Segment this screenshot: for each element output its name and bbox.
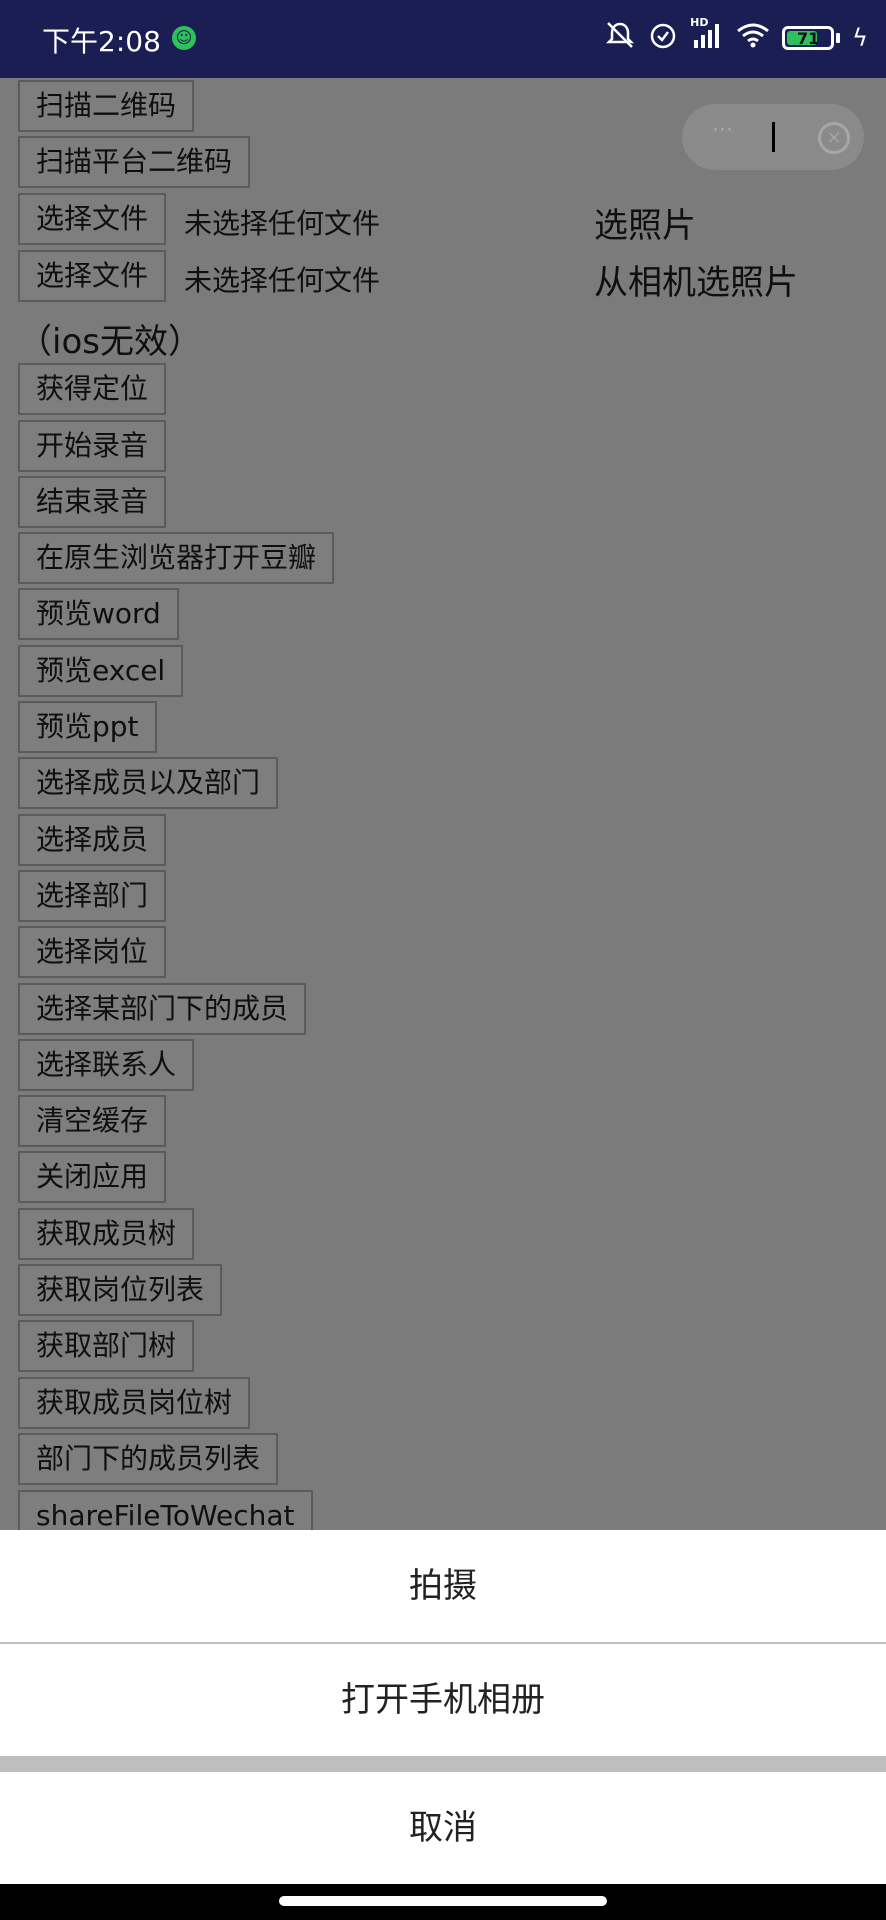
action-sheet: 拍摄 打开手机相册 取消 [0,1530,886,1884]
choose-photo-link[interactable]: 选照片 [594,198,696,247]
select-posts-button[interactable]: 选择岗位 [18,926,167,978]
preview-excel-button[interactable]: 预览excel [18,645,184,697]
choose-file-button-2[interactable]: 选择文件 [18,250,167,302]
preview-ppt-button[interactable]: 预览ppt [18,701,157,753]
start-record-button[interactable]: 开始录音 [18,420,167,472]
status-bar: 下午2:08 ☺ HD 71 ϟ [0,0,886,78]
status-time: 下午2:08 [42,25,161,58]
home-indicator[interactable] [279,1896,607,1906]
lightning-icon: ϟ [852,24,868,52]
battery-icon: 71 [782,26,835,50]
mute-icon [604,19,636,58]
alarm-icon [648,20,678,57]
more-dots-icon[interactable]: ··· [712,118,733,143]
share-file-to-wechat-button[interactable]: shareFileToWechat [18,1490,313,1530]
navigation-bar [0,1884,886,1920]
scan-qr-button[interactable]: 扫描二维码 [18,80,195,132]
select-depts-button[interactable]: 选择部门 [18,870,167,922]
battery-tip [836,33,841,43]
ios-note: （ios无效） [18,322,202,362]
select-contacts-button[interactable]: 选择联系人 [18,1039,195,1091]
scan-platform-qr-button[interactable]: 扫描平台二维码 [18,136,251,188]
choose-from-camera-link[interactable]: 从相机选照片 [594,255,798,304]
open-album-option[interactable]: 打开手机相册 [0,1644,886,1756]
file-status-1: 未选择任何文件 [184,207,381,240]
signal-icon: HD [690,16,724,57]
select-members-depts-button[interactable]: 选择成员以及部门 [18,757,279,809]
battery-level: 71 [797,28,820,48]
close-circle-icon[interactable]: × [818,122,850,154]
file-status-2: 未选择任何文件 [184,264,381,297]
take-photo-option[interactable]: 拍摄 [0,1530,886,1642]
dept-member-list-button[interactable]: 部门下的成员列表 [18,1433,279,1485]
status-icons: HD 71 ϟ [604,16,868,58]
text-cursor [772,122,775,152]
open-douban-button[interactable]: 在原生浏览器打开豆瓣 [18,532,335,584]
stop-record-button[interactable]: 结束录音 [18,476,167,528]
select-members-button[interactable]: 选择成员 [18,814,167,866]
mini-program-capsule: ··· × [682,104,864,170]
hd-badge: HD [690,15,709,29]
preview-word-button[interactable]: 预览word [18,588,179,640]
clear-cache-button[interactable]: 清空缓存 [18,1095,167,1147]
get-member-tree-button[interactable]: 获取成员树 [18,1208,195,1260]
wechat-work-icon: ☺ [172,26,196,50]
close-app-button[interactable]: 关闭应用 [18,1151,167,1203]
page-content: ··· × 扫描二维码 扫描平台二维码 选择文件 未选择任何文件 选照片 选择文… [0,78,886,1530]
get-location-button[interactable]: 获得定位 [18,363,167,415]
cancel-option[interactable]: 取消 [0,1772,886,1884]
battery-indicator: 71 [782,26,841,50]
wifi-icon [736,21,770,56]
choose-file-button-1[interactable]: 选择文件 [18,193,167,245]
get-dept-tree-button[interactable]: 获取部门树 [18,1320,195,1372]
get-post-list-button[interactable]: 获取岗位列表 [18,1264,223,1316]
get-member-post-tree-button[interactable]: 获取成员岗位树 [18,1377,251,1429]
select-dept-members-button[interactable]: 选择某部门下的成员 [18,983,307,1035]
